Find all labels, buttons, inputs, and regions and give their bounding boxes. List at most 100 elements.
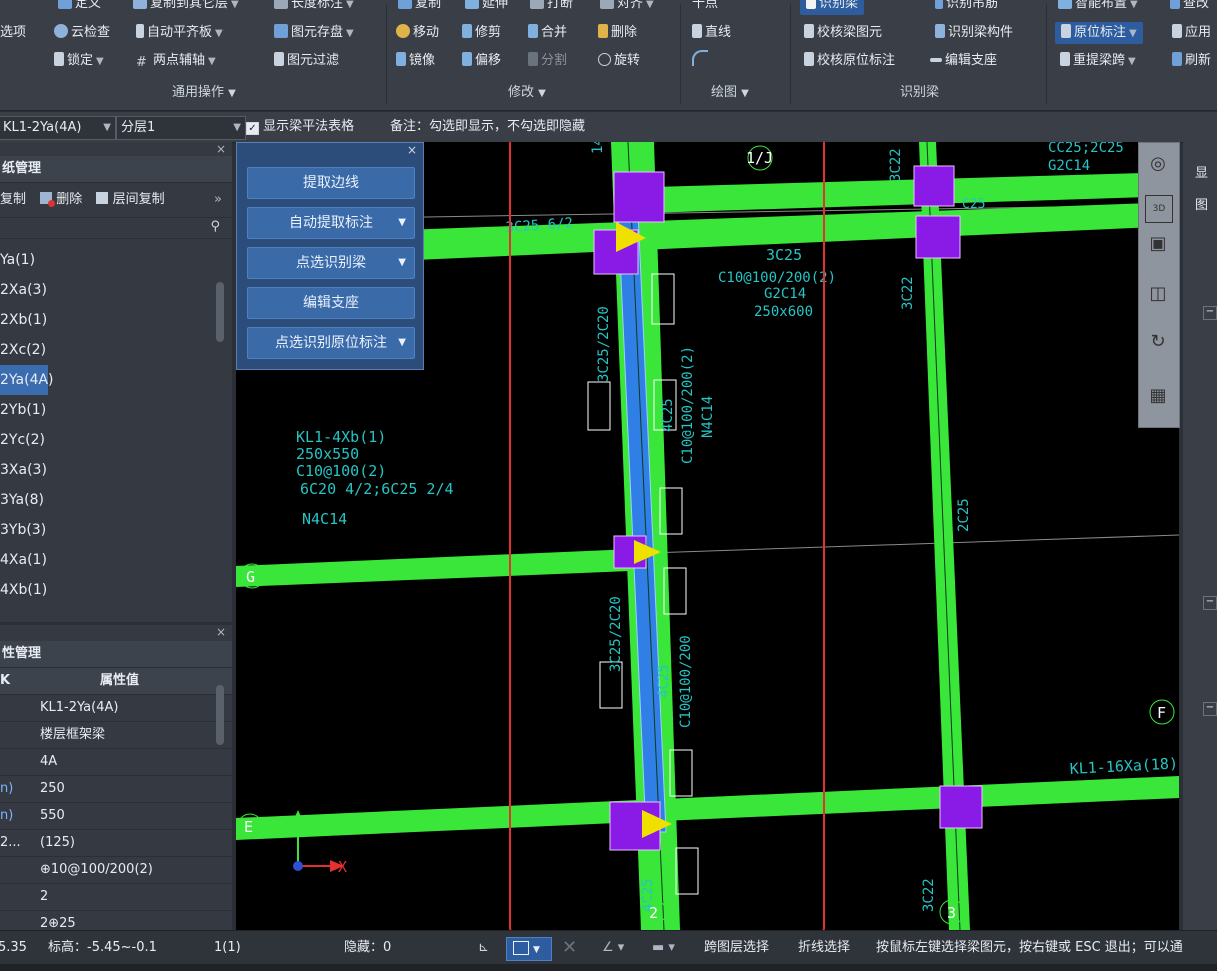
cross-layer-select[interactable]: 跨图层选择 [704, 931, 769, 965]
property-row[interactable]: 2... (125) [0, 830, 232, 857]
list-item[interactable]: Ya(1) [0, 245, 232, 275]
annotation-text: 3C22 [900, 276, 916, 310]
layer-select[interactable]: 分层1 ▼ [116, 116, 246, 140]
re-extract-span-button[interactable]: 重提梁跨 ▼ [1060, 50, 1136, 72]
split-button[interactable]: 分割 [528, 50, 567, 72]
point-identify-beam-button[interactable]: 点选识别梁 ▼ [247, 247, 415, 279]
list-item[interactable]: 2Yc(2) [0, 425, 232, 455]
rotate-button[interactable]: 旋转 [598, 50, 640, 72]
collapse-icon[interactable]: − [1203, 306, 1217, 320]
line-button[interactable]: 直线 [692, 22, 731, 44]
auto-flush-slab-button[interactable]: 自动平齐板 ▼ [136, 22, 223, 44]
copy-to-other-layer-button[interactable]: 复制到其它层 ▼ [133, 0, 239, 15]
identify-beam-button[interactable]: 识别梁 [800, 0, 865, 15]
align-button[interactable]: 对齐 ▼ [600, 0, 654, 15]
break-button[interactable]: 打断 [530, 0, 573, 15]
ortho-icon[interactable]: ⊾ [478, 931, 489, 965]
element-select[interactable]: KL1-2Ya(4A) ▼ [0, 116, 116, 140]
edit-support-button[interactable]: 编辑支座 [930, 50, 997, 72]
delete-button[interactable]: 删除 [598, 22, 637, 44]
refresh-button[interactable]: 刷新 [1172, 50, 1211, 72]
merge-button[interactable]: 合并 [528, 22, 567, 44]
edit-support-palette-button[interactable]: 编辑支座 [247, 287, 415, 319]
in-situ-annotation-button[interactable]: 原位标注 ▼ [1055, 22, 1143, 44]
close-icon[interactable]: × [216, 142, 226, 156]
cube-top-icon[interactable]: ▣ [1145, 231, 1171, 257]
apply-button[interactable]: 应用 [1172, 22, 1211, 44]
options-button[interactable]: 选项 [0, 22, 26, 44]
copy-button[interactable]: 复制 [398, 0, 441, 15]
list-item[interactable]: 3Yb(3) [0, 515, 232, 545]
property-row[interactable]: 2 [0, 884, 232, 911]
property-row[interactable]: 楼层框架梁 [0, 722, 232, 749]
layer-grid-icon[interactable]: ▦ [1145, 383, 1171, 409]
list-item[interactable]: 4Xa(1) [0, 545, 232, 575]
angle-icon[interactable]: ∠ ▾ [602, 931, 624, 965]
copy-action[interactable]: 复制 [0, 192, 26, 207]
property-row[interactable]: n) 250 [0, 776, 232, 803]
list-item[interactable]: 2Xa(3) [0, 275, 232, 305]
element-filter-button[interactable]: 图元过滤 [274, 50, 339, 72]
extend-button[interactable]: 延伸 [465, 0, 508, 15]
list-item[interactable]: 3Xa(3) [0, 455, 232, 485]
mirror-button[interactable]: 镜像 [396, 50, 435, 72]
define-button[interactable]: 定义 [58, 0, 101, 15]
list-item[interactable]: 2Xc(2) [0, 335, 232, 365]
cross-select-icon[interactable]: ✕ [562, 931, 577, 965]
close-icon[interactable]: × [407, 143, 417, 157]
list-item[interactable]: 3Ya(8) [0, 485, 232, 515]
extract-edge-button[interactable]: 提取边线 [247, 167, 415, 199]
delete-action[interactable]: 删除 [56, 192, 82, 207]
layer-icon[interactable]: ▬ ▾ [652, 931, 675, 965]
show-table-checkbox[interactable]: ✓ 显示梁平法表格 [246, 116, 354, 138]
point-button[interactable]: 十点 [692, 0, 718, 15]
rotate-view-icon[interactable]: ↻ [1145, 329, 1171, 355]
more-icon[interactable]: » [214, 183, 222, 217]
selection-mode-button[interactable]: ▼ [506, 937, 552, 961]
dropdown-icon[interactable]: ▼ [398, 248, 406, 278]
list-item[interactable]: 2Xb(1) [0, 305, 232, 335]
3d-view-icon[interactable]: 3D [1145, 195, 1173, 223]
scrollbar[interactable] [216, 282, 224, 342]
list-item[interactable]: 2Yb(1) [0, 395, 232, 425]
ribbon: 定义 复制到其它层 ▼ 长度标注 ▼ 复制 延伸 打断 对齐 ▼ 十点 识别梁 识别吊… [0, 0, 1217, 111]
collapse-icon[interactable]: − [1203, 702, 1217, 716]
dropdown-icon[interactable]: ▼ [398, 328, 406, 358]
identify-beam-component-button[interactable]: 识别梁构件 [935, 22, 1013, 44]
annotation-text: 3C22 [921, 878, 937, 912]
property-row[interactable]: n) 550 [0, 803, 232, 830]
orbit-icon[interactable]: ◎ [1145, 151, 1171, 177]
collapse-icon[interactable]: − [1203, 596, 1217, 610]
annotation-text: 6C20 4/2;6C25 2/4 [300, 480, 454, 498]
smart-layout-button[interactable]: 智能布置 ▼ [1058, 0, 1138, 15]
property-row[interactable]: KL1-2Ya(4A) [0, 695, 232, 722]
list-item-selected[interactable]: 2Ya(4A) [0, 365, 54, 395]
trim-button[interactable]: 修剪 [462, 22, 501, 44]
lock-button[interactable]: 锁定 ▼ [54, 50, 104, 72]
property-row[interactable]: ⊕10@100/200(2) [0, 857, 232, 884]
display-panel-tab[interactable]: 图 [1195, 194, 1208, 213]
length-dimension-button[interactable]: 长度标注 ▼ [274, 0, 354, 15]
property-row[interactable]: 4A [0, 749, 232, 776]
cloud-check-button[interactable]: 云检查 [54, 22, 110, 44]
check-change-button[interactable]: 查改 [1170, 0, 1209, 15]
polyline-select[interactable]: 折线选择 [798, 931, 850, 965]
element-store-button[interactable]: 图元存盘 ▼ [274, 22, 354, 44]
identify-hanger-button[interactable]: 识别吊筋 [935, 0, 998, 15]
arc-button[interactable] [692, 50, 711, 72]
offset-button[interactable]: 偏移 [462, 50, 501, 72]
cube-icon[interactable]: ◫ [1145, 281, 1171, 307]
move-button[interactable]: 移动 [396, 22, 439, 44]
dropdown-icon[interactable]: ▼ [398, 208, 406, 238]
search-row[interactable]: ⚲ [0, 218, 232, 239]
close-icon[interactable]: × [216, 625, 226, 639]
point-identify-in-situ-button[interactable]: 点选识别原位标注 ▼ [247, 327, 415, 359]
check-in-situ-annotation-button[interactable]: 校核原位标注 [804, 50, 895, 72]
list-item[interactable]: 4Xb(1) [0, 575, 232, 605]
search-icon[interactable]: ⚲ [210, 219, 220, 234]
auto-extract-annotation-button[interactable]: 自动提取标注 ▼ [247, 207, 415, 239]
layer-copy-action[interactable]: 层间复制 [113, 192, 165, 207]
two-point-axis-button[interactable]: # 两点辅轴 ▼ [136, 50, 216, 72]
check-beam-element-button[interactable]: 校核梁图元 [804, 22, 882, 44]
scrollbar[interactable] [216, 685, 224, 745]
